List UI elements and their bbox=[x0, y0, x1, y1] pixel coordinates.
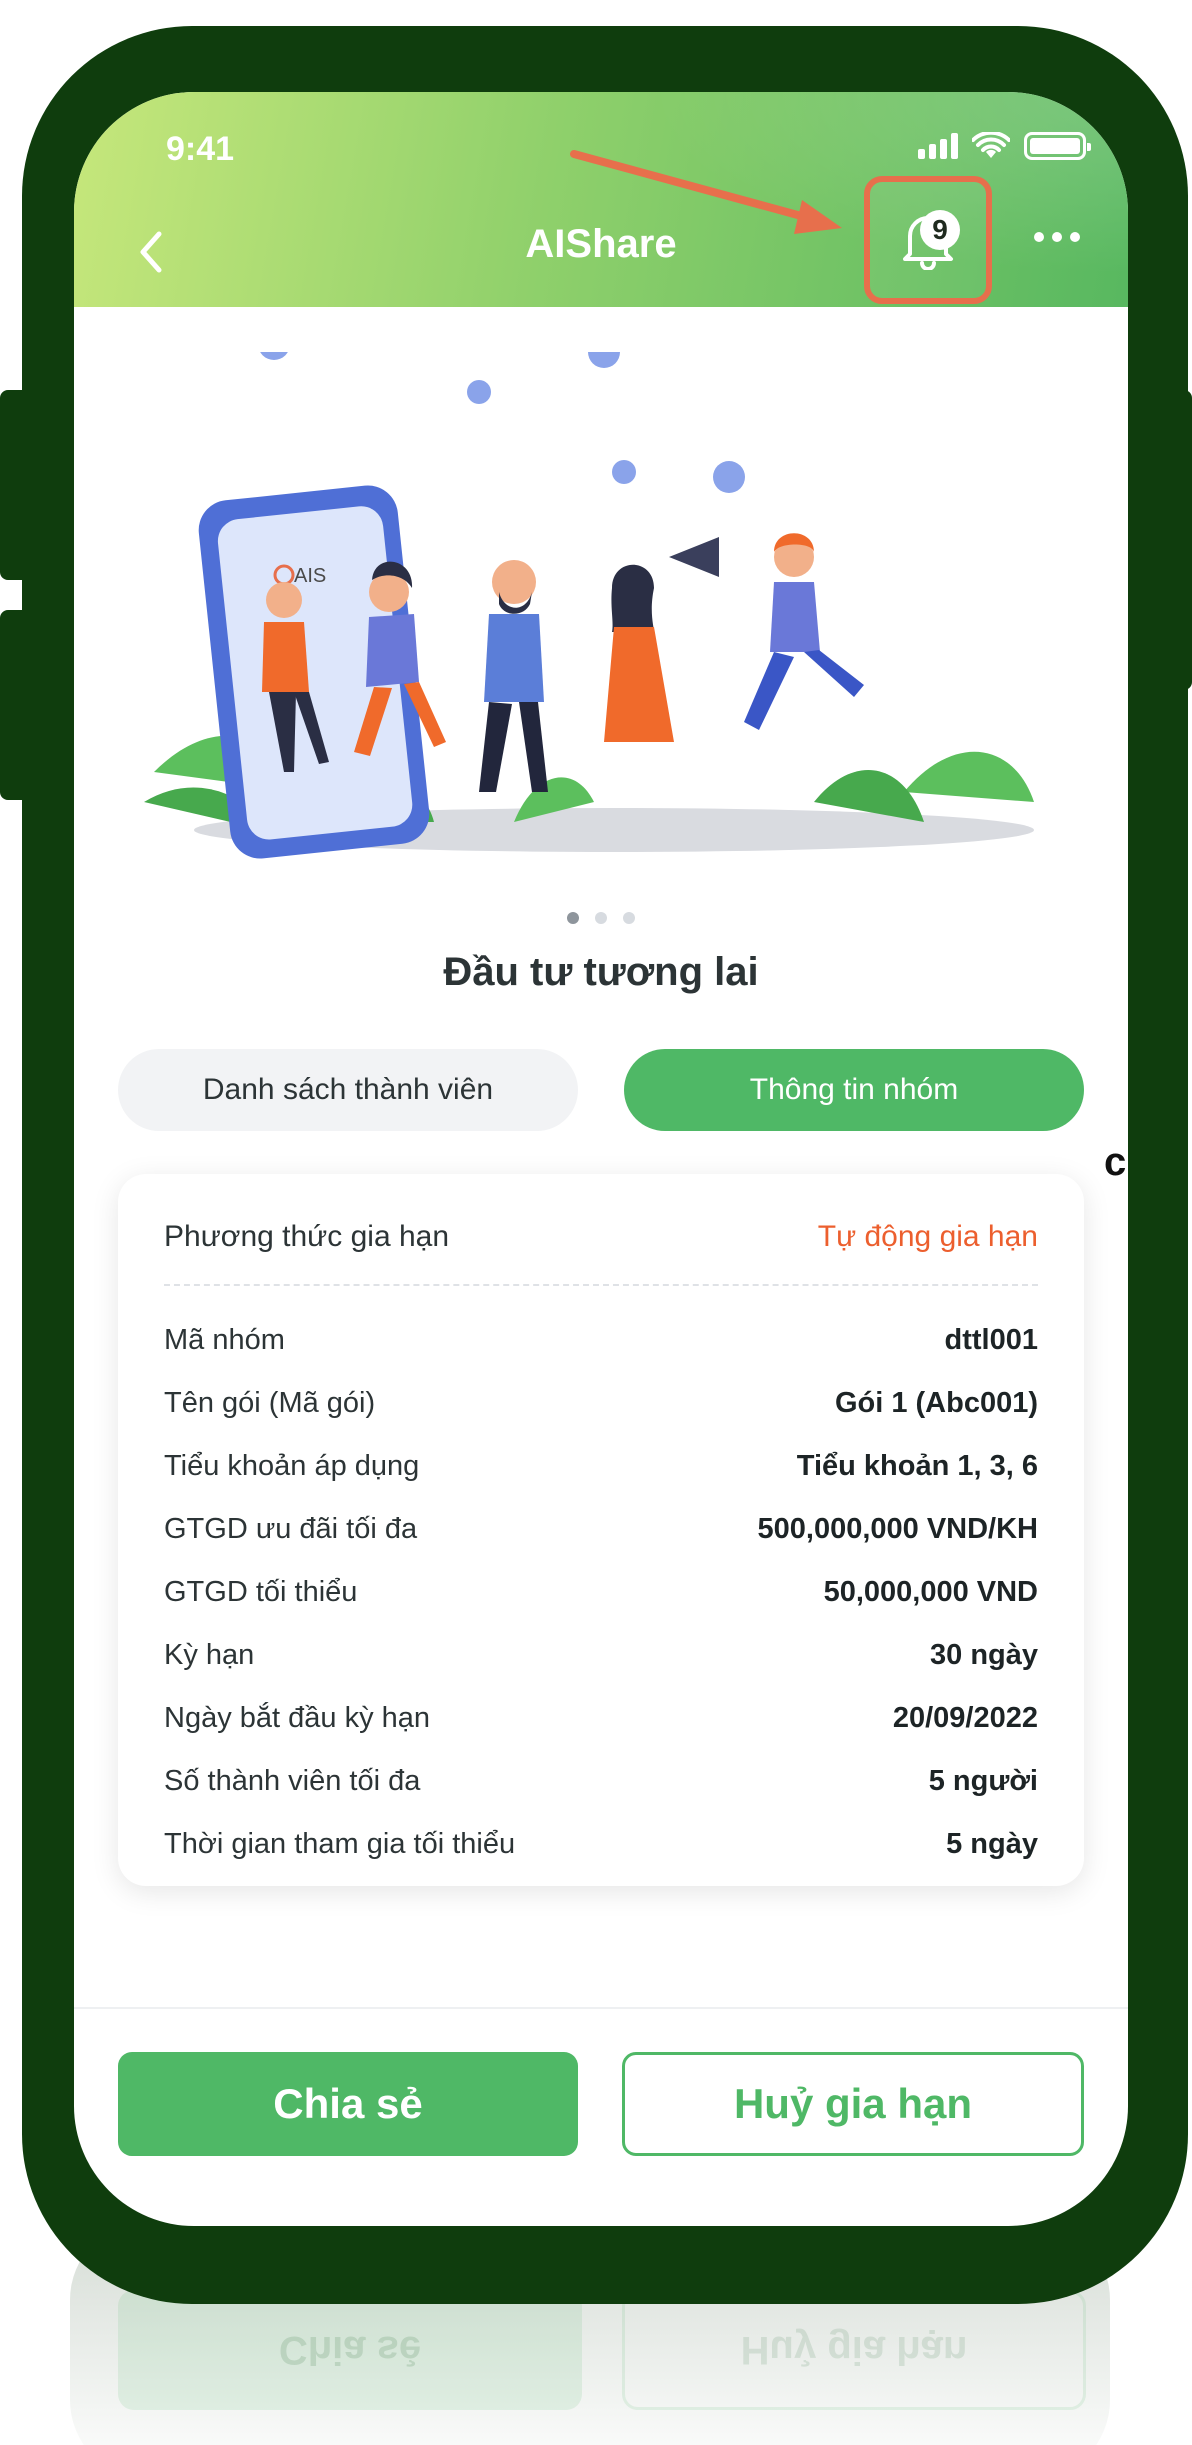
tab-group-info[interactable]: Thông tin nhóm bbox=[624, 1049, 1084, 1131]
info-row-term: Kỳ hạn 30 ngày bbox=[164, 1624, 1038, 1687]
info-value: Gói 1 (Abc001) bbox=[834, 1387, 1038, 1419]
group-info-card: Phương thức gia hạn Tự động gia hạn Mã n… bbox=[118, 1174, 1084, 1886]
app-header: 9:41 AIShare 9 bbox=[74, 92, 1128, 307]
info-row-max-value: GTGD ưu đãi tối đa 500,000,000 VND/KH bbox=[164, 1498, 1038, 1561]
carousel-dot[interactable] bbox=[595, 912, 607, 924]
status-time: 9:41 bbox=[166, 130, 235, 168]
tab-bar: Danh sách thành viên Thông tin nhóm bbox=[118, 1049, 1084, 1131]
carousel-dot[interactable] bbox=[567, 912, 579, 924]
info-label: Ngày bắt đầu kỳ hạn bbox=[164, 1702, 431, 1734]
info-rows: Mã nhóm dttl001 Tên gói (Mã gói) Gói 1 (… bbox=[164, 1309, 1038, 1876]
reflected-share-button: Chia sẻ bbox=[118, 2290, 582, 2410]
info-label: Thời gian tham gia tối thiểu bbox=[164, 1828, 516, 1860]
carousel-indicator bbox=[74, 912, 1128, 924]
cancel-renewal-button[interactable]: Huỷ gia hạn bbox=[622, 2052, 1084, 2156]
renewal-method-label: Phương thức gia hạn bbox=[164, 1220, 450, 1253]
renewal-method-value: Tự động gia hạn bbox=[817, 1220, 1038, 1253]
info-label: Kỳ hạn bbox=[164, 1639, 255, 1671]
stray-character: c bbox=[1104, 1140, 1127, 1184]
info-label: GTGD tối thiểu bbox=[164, 1576, 358, 1608]
info-row-sub-accounts: Tiểu khoản áp dụng Tiểu khoản 1, 3, 6 bbox=[164, 1435, 1038, 1498]
info-row-min-join-time: Thời gian tham gia tối thiểu 5 ngày bbox=[164, 1813, 1038, 1876]
info-value: 20/09/2022 bbox=[892, 1702, 1038, 1734]
info-label: Tiểu khoản áp dụng bbox=[164, 1450, 420, 1482]
info-row-max-members: Số thành viên tối đa 5 người bbox=[164, 1750, 1038, 1813]
share-button[interactable]: Chia sẻ bbox=[118, 2052, 578, 2156]
tab-member-list[interactable]: Danh sách thành viên bbox=[118, 1049, 578, 1131]
ais-logo: AIS bbox=[294, 565, 326, 587]
carousel-dot[interactable] bbox=[623, 912, 635, 924]
dashed-divider bbox=[164, 1284, 1038, 1286]
info-row-start-date: Ngày bắt đầu kỳ hạn 20/09/2022 bbox=[164, 1687, 1038, 1750]
wifi-icon bbox=[972, 132, 1010, 158]
smiley-icon bbox=[467, 380, 636, 484]
notification-button[interactable]: 9 bbox=[864, 176, 992, 304]
person-3 bbox=[479, 560, 548, 792]
info-row-package: Tên gói (Mã gói) Gói 1 (Abc001) bbox=[164, 1372, 1038, 1435]
battery-icon bbox=[1024, 132, 1091, 160]
cellular-signal-icon bbox=[918, 133, 958, 159]
leaf-right-icon bbox=[814, 751, 1034, 822]
header-decoration bbox=[568, 92, 1128, 307]
info-row-group-code: Mã nhóm dttl001 bbox=[164, 1309, 1038, 1372]
more-dot-icon bbox=[1052, 232, 1062, 242]
info-label: GTGD ưu đãi tối đa bbox=[164, 1513, 418, 1545]
group-name: Đầu tư tương lai bbox=[443, 950, 759, 994]
info-row-min-value: GTGD tối thiểu 50,000,000 VND bbox=[164, 1561, 1038, 1624]
more-options-button[interactable] bbox=[1034, 232, 1080, 242]
person-4 bbox=[604, 537, 719, 742]
reflected-cancel-button: Huỷ gia hạn bbox=[622, 2290, 1086, 2410]
info-label: Mã nhóm bbox=[164, 1324, 285, 1356]
info-value: Tiểu khoản 1, 3, 6 bbox=[796, 1450, 1038, 1482]
bottom-divider bbox=[74, 2007, 1128, 2009]
info-value: dttl001 bbox=[944, 1324, 1038, 1356]
info-value: 5 người bbox=[928, 1765, 1038, 1797]
info-value: 50,000,000 VND bbox=[823, 1576, 1038, 1608]
notification-count-badge: 9 bbox=[920, 210, 960, 250]
info-value: 5 ngày bbox=[946, 1828, 1038, 1860]
more-dot-icon bbox=[1034, 232, 1044, 242]
person-5 bbox=[744, 533, 864, 730]
info-value: 500,000,000 VND/KH bbox=[757, 1513, 1039, 1545]
banner-illustration: AIS bbox=[144, 352, 1034, 859]
info-label: Tên gói (Mã gói) bbox=[164, 1387, 376, 1419]
app-screen: 9:41 AIShare 9 AIS Đầu tư tương lai Danh… bbox=[74, 92, 1128, 2226]
status-icons bbox=[918, 132, 1091, 160]
info-label: Số thành viên tối đa bbox=[164, 1765, 421, 1797]
megaphone-icon bbox=[669, 537, 719, 577]
renewal-method-row: Phương thức gia hạn Tự động gia hạn bbox=[164, 1212, 1038, 1262]
info-value: 30 ngày bbox=[930, 1639, 1038, 1671]
dollar-coin-icon bbox=[260, 352, 745, 493]
more-dot-icon bbox=[1070, 232, 1080, 242]
